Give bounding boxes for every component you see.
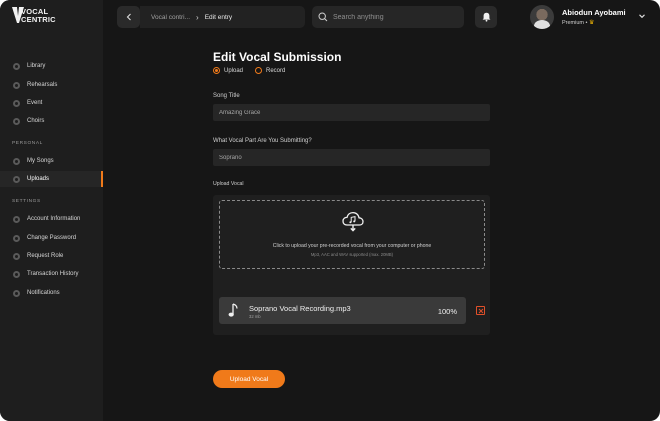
sidebar-item-label: Account Information: [27, 216, 81, 222]
crown-icon: ♛: [589, 20, 595, 26]
page-title: Edit Vocal Submission: [213, 50, 342, 64]
sidebar-item-label: Rehearsals: [27, 82, 58, 88]
account-icon: [13, 215, 20, 223]
chevron-down-icon[interactable]: [638, 12, 646, 20]
sidebar-item-label: My Songs: [27, 158, 54, 164]
breadcrumb-parent[interactable]: Vocal contri...: [151, 14, 190, 21]
user-plan: Premium • ♛: [562, 19, 594, 26]
uploaded-file-item: Soprano Vocal Recording.mp3 32 mb 100%: [219, 297, 466, 324]
sidebar-item-label: Choirs: [27, 118, 45, 124]
remove-file-button[interactable]: [476, 306, 485, 315]
event-icon: [13, 99, 20, 107]
logo[interactable]: VOCAL CENTRIC: [12, 7, 72, 25]
vocal-part-label: What Vocal Part Are You Submitting?: [213, 138, 312, 144]
search-input[interactable]: [333, 13, 458, 21]
sidebar-item-change-password[interactable]: Change Password: [0, 230, 103, 246]
library-icon: [13, 62, 20, 70]
sidebar-item-rehearsals[interactable]: Rehearsals: [0, 77, 103, 93]
section-label-personal: PERSONAL: [12, 141, 43, 146]
sidebar-item-label: Request Role: [27, 253, 64, 259]
avatar[interactable]: [530, 5, 554, 29]
sidebar-item-uploads[interactable]: Uploads: [0, 171, 103, 187]
notifications-icon: [13, 289, 20, 297]
password-icon: [13, 234, 20, 242]
vocal-part-input[interactable]: [219, 154, 479, 161]
role-icon: [13, 252, 20, 260]
breadcrumb-current: Edit entry: [204, 13, 233, 21]
record-radio[interactable]: [255, 67, 263, 74]
sidebar-item-label: Transaction History: [27, 271, 79, 277]
upload-vocal-button[interactable]: Upload Vocal: [213, 370, 285, 388]
search-bar[interactable]: [312, 6, 464, 28]
section-label-settings: SETTINGS: [12, 199, 41, 204]
user-plan-label: Premium •: [562, 20, 588, 26]
rehearsals-icon: [13, 81, 20, 89]
sidebar-item-label: Event: [27, 100, 43, 106]
songs-icon: [13, 157, 20, 165]
logo-text-line2: CENTRIC: [21, 14, 56, 24]
sidebar-item-my-songs[interactable]: My Songs: [0, 153, 103, 169]
upload-progress: 100%: [437, 307, 457, 316]
sidebar-item-label: Change Password: [27, 235, 77, 241]
vocal-part-field[interactable]: [213, 149, 490, 166]
file-name: Soprano Vocal Recording.mp3: [249, 304, 351, 313]
dropzone-subtext: Mp3, AAC and WAV supported (max. 20MB): [310, 252, 394, 257]
cloud-upload-icon: [342, 211, 364, 232]
submission-mode-group: Upload Record: [213, 67, 297, 74]
sidebar-item-label: Uploads: [27, 176, 50, 182]
app-window: VOCAL CENTRIC Library Rehearsals Event C…: [0, 0, 660, 421]
song-title-input[interactable]: [219, 109, 479, 116]
breadcrumb: Vocal contri... › Edit entry: [140, 6, 305, 28]
history-icon: [13, 270, 20, 278]
sidebar-item-account-information[interactable]: Account Information: [0, 211, 103, 227]
close-icon: [478, 308, 483, 313]
upload-radio-label[interactable]: Upload: [224, 68, 243, 74]
sidebar-item-choirs[interactable]: Choirs: [0, 113, 103, 129]
file-size: 32 mb: [249, 314, 261, 319]
music-note-icon: [228, 303, 238, 317]
sidebar-item-library[interactable]: Library: [0, 58, 103, 74]
sidebar-item-label: Notifications: [27, 290, 60, 296]
search-icon: [318, 12, 328, 22]
logo-text: VOCAL CENTRIC: [21, 8, 56, 23]
upload-panel: Click to upload your pre-recorded vocal …: [213, 195, 490, 335]
sidebar-item-notifications[interactable]: Notifications: [0, 285, 103, 301]
upload-vocal-label: Upload Vocal: [213, 181, 244, 187]
upload-dropzone[interactable]: Click to upload your pre-recorded vocal …: [219, 200, 485, 269]
sidebar: VOCAL CENTRIC Library Rehearsals Event C…: [0, 0, 103, 421]
user-menu[interactable]: Abiodun Ayobami Premium • ♛: [530, 5, 652, 29]
user-name: Abiodun Ayobami: [562, 8, 626, 17]
back-button[interactable]: [117, 6, 140, 28]
uploads-icon: [13, 175, 20, 183]
song-title-label: Song Title: [213, 93, 240, 99]
chevron-right-icon: ›: [196, 12, 199, 22]
record-radio-label[interactable]: Record: [266, 68, 285, 74]
upload-radio[interactable]: [213, 67, 220, 74]
song-title-field[interactable]: [213, 104, 490, 121]
sidebar-item-transaction-history[interactable]: Transaction History: [0, 266, 103, 282]
choirs-icon: [13, 117, 20, 125]
dropzone-text: Click to upload your pre-recorded vocal …: [272, 243, 432, 249]
sidebar-item-label: Library: [27, 63, 46, 69]
chevron-left-icon: [126, 13, 131, 21]
notifications-button[interactable]: [475, 6, 497, 28]
active-indicator: [101, 171, 103, 187]
sidebar-item-request-role[interactable]: Request Role: [0, 248, 103, 264]
bell-icon: [482, 12, 490, 22]
sidebar-item-event[interactable]: Event: [0, 95, 103, 111]
